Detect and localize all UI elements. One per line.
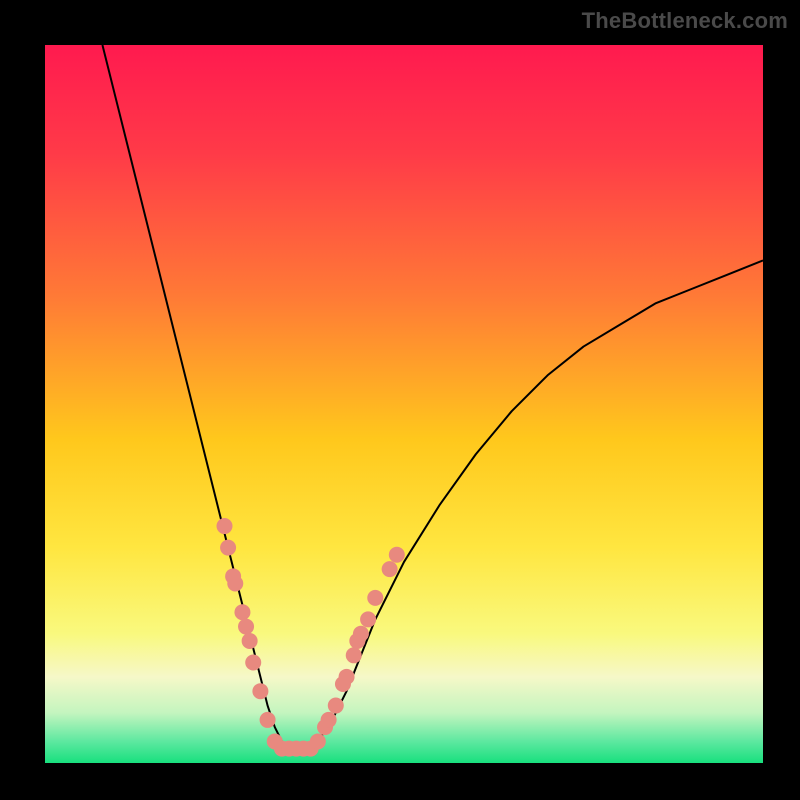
data-marker xyxy=(234,604,250,620)
data-marker xyxy=(252,683,268,699)
data-marker xyxy=(389,547,405,563)
data-marker xyxy=(245,654,261,670)
data-marker xyxy=(367,590,383,606)
bottleneck-curve xyxy=(102,45,763,749)
curve-layer xyxy=(45,45,763,763)
data-marker xyxy=(310,733,326,749)
data-marker xyxy=(382,561,398,577)
chart-container: TheBottleneck.com xyxy=(0,0,800,800)
watermark-text: TheBottleneck.com xyxy=(582,8,788,34)
data-marker xyxy=(227,576,243,592)
data-marker xyxy=(260,712,276,728)
data-marker xyxy=(238,619,254,635)
data-marker xyxy=(353,626,369,642)
data-marker xyxy=(360,611,376,627)
data-marker xyxy=(242,633,258,649)
data-marker xyxy=(217,518,233,534)
data-marker xyxy=(321,712,337,728)
plot-area xyxy=(45,45,763,763)
data-marker xyxy=(220,540,236,556)
data-marker xyxy=(346,647,362,663)
data-marker xyxy=(328,698,344,714)
data-marker xyxy=(339,669,355,685)
